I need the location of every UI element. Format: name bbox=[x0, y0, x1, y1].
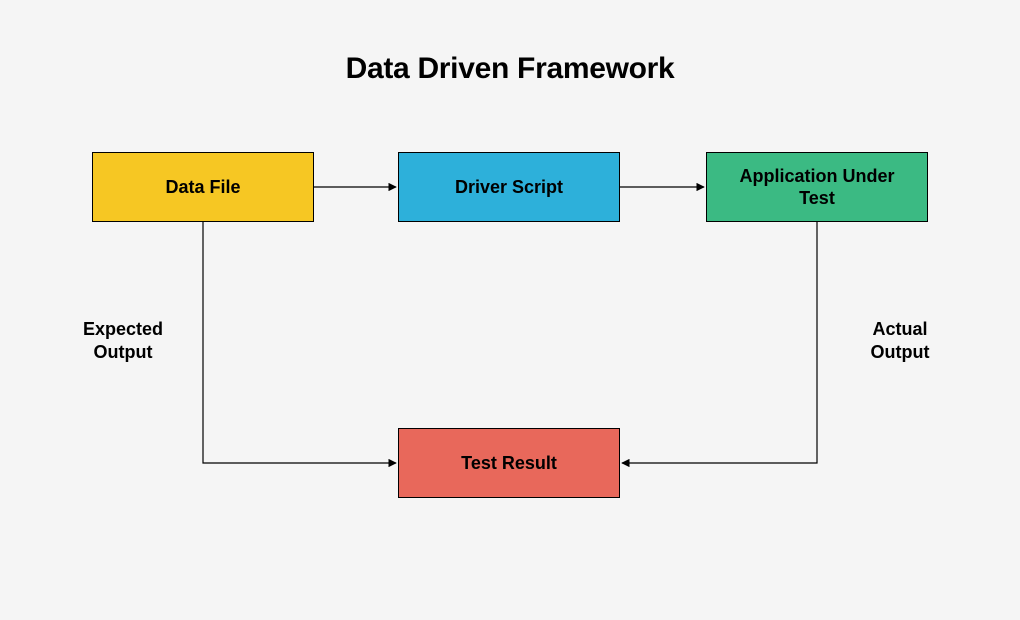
arrow-expected-output bbox=[203, 222, 396, 463]
edge-label-expected-output: ExpectedOutput bbox=[63, 318, 183, 363]
node-driver-script: Driver Script bbox=[398, 152, 620, 222]
connectors bbox=[0, 0, 1020, 620]
arrow-actual-output bbox=[622, 222, 817, 463]
node-application-under-test: Application UnderTest bbox=[706, 152, 928, 222]
diagram-title: Data Driven Framework bbox=[0, 52, 1020, 86]
node-test-result: Test Result bbox=[398, 428, 620, 498]
node-data-file: Data File bbox=[92, 152, 314, 222]
edge-label-actual-output: ActualOutput bbox=[840, 318, 960, 363]
